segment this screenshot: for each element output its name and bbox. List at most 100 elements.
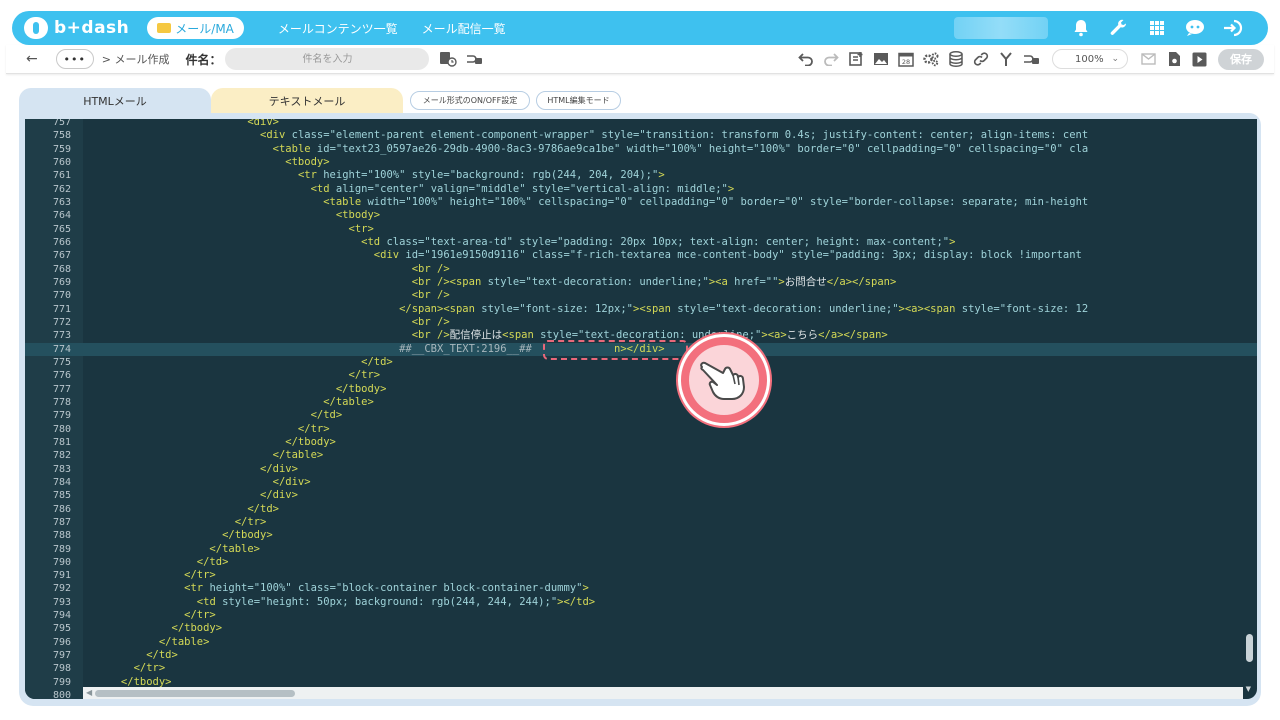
code-line[interactable]: 790 </td> — [25, 556, 1257, 569]
subject-input[interactable] — [225, 48, 430, 70]
tab-text-mail[interactable]: テキストメール — [211, 88, 403, 114]
code-line[interactable]: 798 </tr> — [25, 662, 1257, 675]
tab-html-mail[interactable]: HTMLメール — [19, 88, 211, 114]
code-line[interactable]: 766 <td class="text-area-td" style="padd… — [25, 236, 1257, 249]
code-line[interactable]: 772 <br /> — [25, 316, 1257, 329]
code-text[interactable]: <tr height="100%" style="background: rgb… — [83, 169, 665, 182]
code-line[interactable]: 765 <tr> — [25, 223, 1257, 236]
module-switcher[interactable]: メール/MA — [147, 17, 244, 39]
branch-icon[interactable] — [997, 50, 1015, 68]
database-icon[interactable] — [947, 50, 965, 68]
mail-preview-icon[interactable] — [1140, 50, 1158, 68]
code-text[interactable]: </div> — [83, 463, 298, 476]
code-line[interactable]: 789 </table> — [25, 543, 1257, 556]
horizontal-scrollbar[interactable]: ◀ — [83, 687, 1243, 699]
code-line[interactable]: 784 </div> — [25, 476, 1257, 489]
back-arrow-icon[interactable]: ← — [26, 51, 38, 67]
code-text[interactable]: <br /><span style="text-decoration: unde… — [83, 276, 897, 289]
code-text[interactable]: <td class="text-area-td" style="padding:… — [83, 236, 955, 249]
document-icon[interactable] — [1165, 50, 1183, 68]
code-text[interactable]: </table> — [83, 543, 260, 556]
code-line[interactable]: 785 </div> — [25, 489, 1257, 502]
html-edit-mode-button[interactable]: HTML編集モード — [536, 91, 621, 110]
code-line[interactable]: 769 <br /><span style="text-decoration: … — [25, 276, 1257, 289]
code-text[interactable]: </tr> — [83, 516, 267, 529]
bell-icon[interactable] — [1062, 16, 1100, 40]
code-line[interactable]: 757 <div> — [25, 119, 1257, 129]
play-icon[interactable] — [1190, 50, 1208, 68]
code-line[interactable]: 763 <table width="100%" height="100%" ce… — [25, 196, 1257, 209]
code-text[interactable]: </table> — [83, 636, 210, 649]
code-line[interactable]: 783 </div> — [25, 463, 1257, 476]
code-text[interactable]: </tr> — [83, 609, 216, 622]
code-text[interactable]: </td> — [83, 356, 393, 369]
code-text[interactable]: </tbody> — [83, 529, 273, 542]
code-text[interactable]: </tbody> — [83, 436, 336, 449]
code-area[interactable]: 757 <div> 758 <div class="element-parent … — [25, 119, 1257, 699]
nav-link-mail-contents[interactable]: メールコンテンツ一覧 — [278, 20, 398, 37]
html-code-editor[interactable]: 757 <div> 758 <div class="element-parent … — [25, 119, 1257, 699]
logout-icon[interactable] — [1214, 16, 1252, 40]
scroll-left-arrow-icon[interactable]: ◀ — [86, 687, 92, 699]
vertical-scrollbar[interactable]: ▼ — [1242, 119, 1254, 699]
add-content-icon[interactable] — [847, 50, 865, 68]
code-text[interactable]: <table id="text23_0597ae26-29db-4900-8ac… — [83, 143, 1089, 156]
code-line[interactable]: 797 </td> — [25, 649, 1257, 662]
undo-icon[interactable] — [797, 50, 815, 68]
code-line[interactable]: 794 </tr> — [25, 609, 1257, 622]
schedule-subject-icon[interactable] — [439, 50, 458, 68]
code-line[interactable]: 760 <tbody> — [25, 156, 1257, 169]
code-line[interactable]: 778 </table> — [25, 396, 1257, 409]
code-line[interactable]: 782 </table> — [25, 449, 1257, 462]
insert-variable-icon[interactable] — [465, 50, 483, 68]
code-text[interactable]: </tr> — [83, 662, 166, 675]
code-text[interactable]: <br /> — [83, 316, 450, 329]
code-text[interactable]: </td> — [83, 649, 178, 662]
redo-icon[interactable] — [822, 50, 840, 68]
image-icon[interactable] — [872, 50, 890, 68]
code-line[interactable]: 770 <br /> — [25, 289, 1257, 302]
calendar-icon[interactable]: 28 — [897, 50, 915, 68]
gear-group-icon[interactable] — [922, 50, 940, 68]
save-button[interactable]: 保存 — [1218, 48, 1264, 70]
code-text[interactable]: </tbody> — [83, 622, 223, 635]
scroll-down-arrow-icon[interactable]: ▼ — [1246, 685, 1251, 693]
code-text[interactable]: </tr> — [83, 569, 216, 582]
horizontal-scroll-thumb[interactable] — [95, 690, 295, 697]
code-text[interactable]: </span><span style="font-size: 12px;"><s… — [83, 303, 1088, 316]
vertical-scroll-thumb[interactable] — [1246, 634, 1253, 662]
code-line[interactable]: 764 <tbody> — [25, 209, 1257, 222]
code-line[interactable]: 787 </tr> — [25, 516, 1257, 529]
code-text[interactable]: <tr> — [83, 223, 374, 236]
more-options-button[interactable]: ••• — [55, 49, 94, 69]
code-line[interactable]: 780 </tr> — [25, 423, 1257, 436]
wrench-icon[interactable] — [1100, 16, 1138, 40]
zoom-select[interactable]: 100% ⌄ — [1052, 49, 1128, 69]
code-text[interactable]: <div id="1961e9150d9116" class="f-rich-t… — [83, 249, 1082, 262]
code-text[interactable]: <tr height="100%" class="block-container… — [83, 582, 589, 595]
code-line[interactable]: 761 <tr height="100%" style="background:… — [25, 169, 1257, 182]
code-line[interactable]: 779 </td> — [25, 409, 1257, 422]
code-line[interactable]: 768 <br /> — [25, 263, 1257, 276]
code-text[interactable]: <br />配信停止は<span style="text-decoration:… — [83, 329, 888, 342]
code-text[interactable]: <tbody> — [83, 209, 380, 222]
code-line[interactable]: 795 </tbody> — [25, 622, 1257, 635]
grid-icon[interactable] — [1138, 16, 1176, 40]
code-line[interactable]: 762 <td align="center" valign="middle" s… — [25, 183, 1257, 196]
code-text[interactable]: </tbody> — [83, 383, 387, 396]
code-line[interactable]: 767 <div id="1961e9150d9116" class="f-ri… — [25, 249, 1257, 262]
nav-link-mail-deliveries[interactable]: メール配信一覧 — [422, 20, 506, 37]
code-text[interactable]: <div class="element-parent element-compo… — [83, 129, 1088, 142]
account-info-blurred[interactable] — [954, 17, 1048, 39]
code-text[interactable]: </tr> — [83, 423, 330, 436]
code-text[interactable]: <div> — [83, 119, 279, 129]
code-text[interactable]: </div> — [83, 476, 311, 489]
code-line[interactable]: 776 </tr> — [25, 369, 1257, 382]
ai-icon[interactable] — [1176, 16, 1214, 40]
code-text[interactable]: </table> — [83, 396, 374, 409]
code-line[interactable]: 781 </tbody> — [25, 436, 1257, 449]
code-line[interactable]: 759 <table id="text23_0597ae26-29db-4900… — [25, 143, 1257, 156]
code-line[interactable]: 796 </table> — [25, 636, 1257, 649]
code-text[interactable]: </td> — [83, 556, 229, 569]
code-text[interactable]: </td> — [83, 503, 279, 516]
